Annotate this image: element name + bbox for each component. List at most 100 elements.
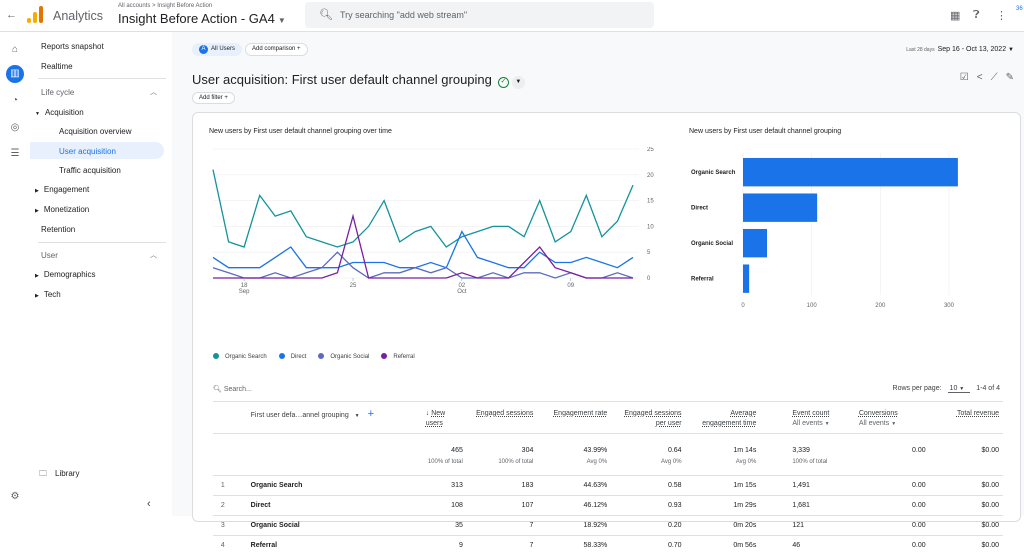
- col-conversions[interactable]: Conversions All events ▼: [850, 401, 930, 434]
- insights-icon[interactable]: ⟋: [991, 72, 998, 83]
- breadcrumb[interactable]: All accounts > Insight Before Action: [118, 3, 212, 9]
- total-cell: $0.00: [929, 433, 1003, 476]
- table-cell: 44.63%: [537, 475, 612, 496]
- table-row[interactable]: 4 Referral 9 7 58.33% 0.70 0m 56s 46 0.00 $0.00: [213, 535, 1003, 556]
- nav-engagement[interactable]: ▶ Engagement: [35, 185, 89, 194]
- legend-swatch: [213, 353, 219, 359]
- nav-tech[interactable]: ▶ Tech: [35, 290, 61, 299]
- collapse-nav-chevron-icon[interactable]: ‹: [147, 498, 151, 510]
- legend-item[interactable]: Direct: [278, 353, 313, 360]
- total-engaged-sessions: 304: [521, 447, 534, 454]
- table-cell: 46: [760, 535, 851, 556]
- nav-demographics[interactable]: ▶ Demographics: [35, 270, 95, 279]
- nav-monetization[interactable]: ▶ Monetization: [35, 205, 89, 214]
- customize-report-icon[interactable]: ☑: [960, 72, 969, 83]
- settings-gear-icon[interactable]: ⚙: [8, 490, 22, 504]
- nav-acquisition[interactable]: ▼ Acquisition: [35, 108, 84, 117]
- total-cell: 1m 14s Avg 0%: [685, 433, 761, 476]
- add-dimension-plus-icon[interactable]: +: [368, 408, 374, 420]
- dimension-header[interactable]: First user defa…annel grouping ▼ +: [232, 401, 396, 434]
- caret-down-icon: ▼: [959, 386, 965, 392]
- nav-library[interactable]: 🗀 Library: [39, 468, 79, 482]
- x-tick-month-label: Oct: [457, 289, 467, 295]
- table-row[interactable]: 1 Organic Search 313 183 44.63% 0.58 1m 15s 1,4…: [213, 475, 1003, 496]
- legend-item[interactable]: Organic Social: [318, 353, 375, 360]
- share-icon[interactable]: <: [977, 72, 983, 83]
- row-number: 3: [213, 515, 233, 536]
- rows-per-page-value: 10: [949, 385, 958, 392]
- chevron-up-icon[interactable]: ︿: [150, 87, 157, 97]
- x-tick-label: 100: [807, 303, 818, 309]
- series-line-referral: [213, 213, 633, 279]
- main-content: A All Users Add comparison + Last 28 days…: [172, 32, 1024, 556]
- date-range-value: Sep 16 - Oct 13, 2022: [937, 46, 1007, 53]
- rows-per-page-select[interactable]: 10 ▼: [947, 385, 971, 393]
- page-title-text: User acquisition: First user default cha…: [192, 72, 492, 87]
- edit-pencil-icon[interactable]: ✎: [1006, 72, 1014, 83]
- page-range: 1-4 of 4: [976, 385, 1000, 392]
- chevron-up-icon[interactable]: ︿: [150, 250, 157, 260]
- all-users-chip[interactable]: A All Users: [192, 43, 243, 56]
- caret-down-icon[interactable]: ▼: [511, 76, 525, 89]
- conversions-filter[interactable]: All events ▼: [859, 420, 896, 427]
- col-engaged-sessions[interactable]: Engaged sessions: [466, 401, 538, 434]
- category-label: Direct: [691, 206, 708, 212]
- table-cell: 0.00: [850, 515, 930, 536]
- table-row[interactable]: 3 Organic Social 35 7 18.92% 0.20 0m 20s 121 0.0…: [213, 515, 1003, 536]
- table-row[interactable]: 2 Direct 108 107 46.12% 0.93 1m 29s 1,681 0.00 $0…: [213, 495, 1003, 516]
- help-icon[interactable]: ❓︎: [973, 9, 980, 22]
- add-comparison-button[interactable]: Add comparison +: [245, 43, 308, 56]
- table-cell: 0.70: [611, 535, 686, 556]
- bar-chart[interactable]: 0 100 200 300 Organic Search Direct Organic So…: [683, 153, 983, 313]
- nav-realtime[interactable]: Realtime: [41, 62, 73, 71]
- nav-reports-snapshot[interactable]: Reports snapshot: [41, 42, 104, 51]
- table-cell: 18.92%: [537, 515, 612, 536]
- account-badge[interactable]: 36: [1016, 6, 1023, 13]
- reports-icon[interactable]: ▥: [6, 65, 24, 83]
- total-engagement-rate: 43.99%: [583, 447, 608, 454]
- legend-item[interactable]: Referral: [381, 353, 420, 360]
- configure-icon[interactable]: ☰: [8, 147, 22, 161]
- nav-section-user[interactable]: User: [41, 251, 58, 260]
- legend-item[interactable]: Organic Search: [213, 353, 273, 360]
- nav-section-lifecycle[interactable]: Life cycle: [41, 88, 74, 97]
- search-input[interactable]: 🔍︎ Try searching "add web stream": [305, 2, 654, 28]
- table-cell: 0.93: [611, 495, 686, 516]
- nav-traffic-acquisition[interactable]: Traffic acquisition: [59, 166, 121, 175]
- col-engaged-sessions-per-user[interactable]: Engaged sessions per user: [611, 401, 686, 434]
- more-vert-icon[interactable]: ⋮: [996, 9, 1007, 22]
- advertising-icon[interactable]: ◎: [8, 121, 22, 135]
- add-filter-button[interactable]: Add filter +: [192, 92, 235, 104]
- table-cell: 0m 20s: [685, 515, 761, 536]
- col-event-count[interactable]: Event count All events ▼: [760, 401, 851, 434]
- home-icon[interactable]: ⌂: [8, 43, 22, 57]
- left-rail: ⌂ ▥ ◔ ◎ ☰ ⚙: [0, 32, 30, 516]
- table-cell: 0.00: [850, 495, 930, 516]
- row-channel-name: Referral: [232, 535, 396, 556]
- col-new-users[interactable]: ↓ New users: [395, 401, 467, 434]
- caret-right-icon: ▶: [35, 208, 39, 214]
- property-selector[interactable]: Insight Before Action - GA4 ▼: [118, 11, 286, 26]
- date-range-picker[interactable]: Last 28 days Sep 16 - Oct 13, 2022 ▼: [906, 46, 1014, 53]
- nav-acquisition-overview[interactable]: Acquisition overview: [59, 127, 131, 136]
- nav-retention[interactable]: Retention: [41, 225, 75, 234]
- legend-swatch: [278, 353, 285, 359]
- col-engagement-rate[interactable]: Engagement rate: [537, 401, 612, 434]
- apps-grid-icon[interactable]: ▦: [950, 9, 960, 22]
- category-label: Referral: [691, 277, 714, 283]
- explore-icon[interactable]: ◔: [8, 94, 22, 108]
- plus-icon: +: [224, 95, 228, 101]
- legend-swatch: [318, 353, 325, 359]
- line-chart[interactable]: 051015202518Sep25 02Oct09: [209, 147, 679, 297]
- y-tick-label: 25: [647, 147, 654, 153]
- check-circle-icon[interactable]: ✓: [497, 77, 509, 88]
- nav-user-acquisition[interactable]: User acquisition: [59, 147, 116, 156]
- table-cell: 1m 15s: [685, 475, 761, 496]
- back-arrow-icon[interactable]: ←: [6, 9, 17, 21]
- table-cell: 108: [395, 495, 467, 516]
- report-card: New users by First user default channel …: [192, 112, 1021, 556]
- event-count-filter[interactable]: All events ▼: [792, 420, 829, 427]
- table-search-input[interactable]: 🔍︎ Search...: [213, 385, 252, 393]
- col-total-revenue[interactable]: Total revenue: [929, 401, 1003, 434]
- col-average-engagement-time[interactable]: Average engagement time: [685, 401, 761, 434]
